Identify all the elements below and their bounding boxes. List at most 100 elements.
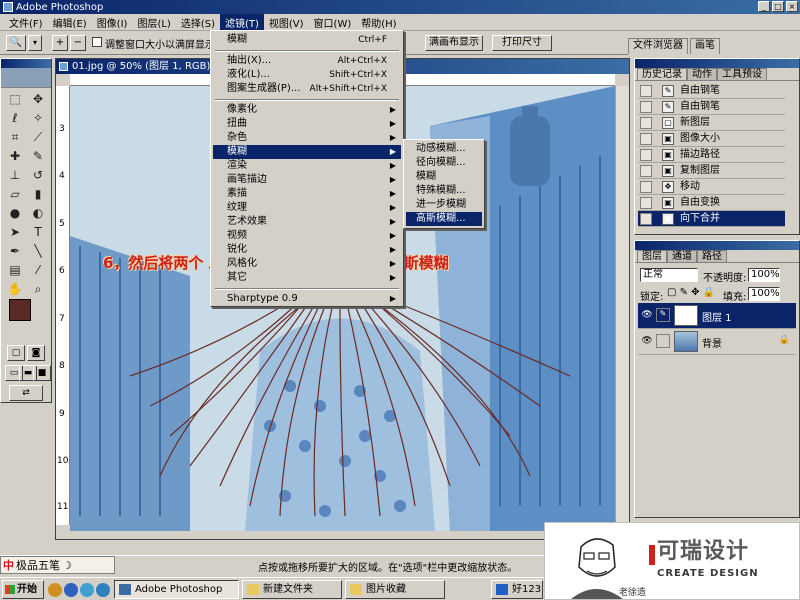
menu-item-sketch[interactable]: 素描 ▶ — [213, 187, 401, 201]
history-item[interactable]: ▣ 图像大小 — [638, 131, 785, 147]
quick-mask-mode-icon[interactable]: ◙ — [27, 345, 45, 361]
history-item[interactable]: ✎ 自由钢笔 — [638, 99, 785, 115]
eyedropper-tool-icon[interactable]: ⁄ — [27, 261, 49, 279]
history-item[interactable]: ▢ 新图层 — [638, 115, 785, 131]
taskbar-photoshop[interactable]: Adobe Photoshop — [114, 580, 239, 599]
zoom-out-icon[interactable]: − — [70, 35, 86, 51]
gradient-tool-icon[interactable]: ▮ — [27, 185, 49, 203]
resize-window-checkbox[interactable] — [92, 37, 102, 47]
dodge-tool-icon[interactable]: ◐ — [27, 204, 49, 222]
pen-tool-icon[interactable]: ✒ — [4, 242, 26, 260]
history-snapshot-box[interactable] — [640, 133, 652, 145]
taskbar-pictures[interactable]: 图片收藏 — [345, 580, 445, 599]
history-snapshot-box[interactable] — [640, 85, 652, 97]
brush-link-icon[interactable]: ✎ — [656, 308, 670, 322]
history-snapshot-box[interactable] — [640, 101, 652, 113]
print-size-button[interactable]: 打印尺寸 — [492, 35, 552, 51]
zoom-in-icon[interactable]: + — [52, 35, 68, 51]
submenu-item-blur[interactable]: 模糊 — [406, 170, 482, 184]
history-item[interactable]: ▣ 自由变换 — [638, 195, 785, 211]
layer-row[interactable]: 👁 背景 🔒 — [638, 329, 796, 355]
history-snapshot-box[interactable] — [640, 213, 652, 225]
menu-view[interactable]: 视图(V) — [264, 14, 309, 31]
menu-item-pattern-maker[interactable]: 图案生成器(P)... Alt+Shift+Ctrl+X — [213, 82, 401, 96]
menu-file[interactable]: 文件(F) — [4, 14, 48, 31]
submenu-item-blur-more[interactable]: 进一步模糊 — [406, 198, 482, 212]
blur-tool-icon[interactable]: ● — [4, 204, 26, 222]
history-snapshot-box[interactable] — [640, 117, 652, 129]
menu-item-extract[interactable]: 抽出(X)... Alt+Ctrl+X — [213, 54, 401, 68]
submenu-item-smart-blur[interactable]: 特殊模糊... — [406, 184, 482, 198]
tab-history[interactable]: 历史记录 — [637, 68, 687, 80]
lasso-tool-icon[interactable]: ℓ — [4, 109, 26, 127]
menu-layer[interactable]: 图层(L) — [132, 14, 175, 31]
quicklaunch-media-icon[interactable] — [96, 583, 110, 597]
ime-moon-icon[interactable]: ☽ — [62, 559, 72, 572]
quicklaunch-outlook-icon[interactable] — [64, 583, 78, 597]
crop-tool-icon[interactable]: ⌗ — [4, 128, 26, 146]
visibility-eye-icon[interactable]: 👁 — [640, 310, 654, 322]
jump-to-imageready-icon[interactable]: ⇄ — [9, 385, 43, 401]
submenu-item-radial-blur[interactable]: 径向模糊... — [406, 156, 482, 170]
tab-brushes[interactable]: 画笔 — [690, 38, 720, 54]
lock-icons[interactable]: ▢ ✎ ✥ 🔒 — [667, 287, 715, 298]
menu-item-last-filter[interactable]: 模糊 Ctrl+F — [213, 33, 401, 47]
menu-item-pixelate[interactable]: 像素化 ▶ — [213, 103, 401, 117]
history-item[interactable]: ✎ 自由钢笔 — [638, 83, 785, 99]
notes-tool-icon[interactable]: ▤ — [4, 261, 26, 279]
close-button[interactable]: × — [786, 1, 798, 12]
blend-mode-select[interactable]: 正常 — [640, 268, 698, 282]
fit-screen-button[interactable]: 满画布显示 — [425, 35, 483, 51]
history-item[interactable]: ▣ 复制图层 — [638, 163, 785, 179]
fill-input[interactable]: 100% — [748, 287, 780, 301]
tab-channels[interactable]: 通道 — [667, 250, 697, 262]
tool-preset-dropdown-icon[interactable]: ▾ — [28, 35, 42, 51]
menu-item-blur[interactable]: 模糊 ▶ — [213, 145, 401, 159]
move-tool-icon[interactable]: ✥ — [27, 90, 49, 108]
type-tool-icon[interactable]: T — [27, 223, 49, 241]
menu-item-sharptype[interactable]: Sharptype 0.9 ▶ — [213, 292, 401, 306]
menu-item-stylize[interactable]: 风格化 ▶ — [213, 257, 401, 271]
menu-item-noise[interactable]: 杂色 ▶ — [213, 131, 401, 145]
start-button[interactable]: 开始 — [2, 580, 44, 599]
screen-mode-full-icon[interactable]: ■ — [33, 365, 51, 381]
history-snapshot-box[interactable] — [640, 197, 652, 209]
vertical-ruler[interactable]: 3 4 5 6 7 8 9 10 11 — [56, 86, 70, 525]
hand-tool-icon[interactable]: ✋ — [4, 280, 26, 298]
menu-select[interactable]: 选择(S) — [176, 14, 220, 31]
maximize-button[interactable]: □ — [772, 1, 784, 12]
menu-item-sharpen[interactable]: 锐化 ▶ — [213, 243, 401, 257]
magic-wand-tool-icon[interactable]: ✧ — [27, 109, 49, 127]
eraser-tool-icon[interactable]: ▱ — [4, 185, 26, 203]
quicklaunch-desktop-icon[interactable] — [80, 583, 94, 597]
menu-item-artistic[interactable]: 艺术效果 ▶ — [213, 215, 401, 229]
tab-actions[interactable]: 动作 — [687, 68, 717, 80]
history-snapshot-box[interactable] — [640, 149, 652, 161]
tab-paths[interactable]: 路径 — [697, 250, 727, 262]
quicklaunch-ie-icon[interactable] — [48, 583, 62, 597]
slice-tool-icon[interactable]: ⟋ — [27, 128, 49, 146]
brush-tool-icon[interactable]: ✎ — [27, 147, 49, 165]
menu-help[interactable]: 帮助(H) — [356, 14, 401, 31]
history-item[interactable]: ✥ 移动 — [638, 179, 785, 195]
tab-layers[interactable]: 图层 — [637, 250, 667, 262]
submenu-item-motion-blur[interactable]: 动感模糊... — [406, 142, 482, 156]
menu-item-liquify[interactable]: 液化(L)... Shift+Ctrl+X — [213, 68, 401, 82]
menu-item-brush-strokes[interactable]: 画笔描边 ▶ — [213, 173, 401, 187]
vertical-scrollbar[interactable] — [615, 86, 629, 525]
menu-item-texture[interactable]: 纹理 ▶ — [213, 201, 401, 215]
photoshop-eye-logo[interactable] — [1, 68, 51, 88]
history-item[interactable]: ▣ 向下合并 — [638, 211, 785, 227]
submenu-item-gaussian-blur[interactable]: 高斯模糊... — [406, 212, 482, 226]
tab-file-browser[interactable]: 文件浏览器 — [628, 38, 688, 54]
visibility-eye-icon[interactable]: 👁 — [640, 336, 654, 348]
zoom-tool-icon[interactable]: ⌕ — [27, 280, 49, 298]
history-snapshot-box[interactable] — [640, 181, 652, 193]
history-snapshot-box[interactable] — [640, 165, 652, 177]
menu-image[interactable]: 图像(I) — [92, 14, 133, 31]
marquee-tool-icon[interactable]: ⬚ — [4, 90, 26, 108]
tab-tool-presets[interactable]: 工具预设 — [717, 68, 767, 80]
opacity-input[interactable]: 100% — [748, 268, 780, 282]
healing-brush-icon[interactable]: ✚ — [4, 147, 26, 165]
layer-row[interactable]: 👁 ✎ 图层 1 — [638, 303, 796, 329]
